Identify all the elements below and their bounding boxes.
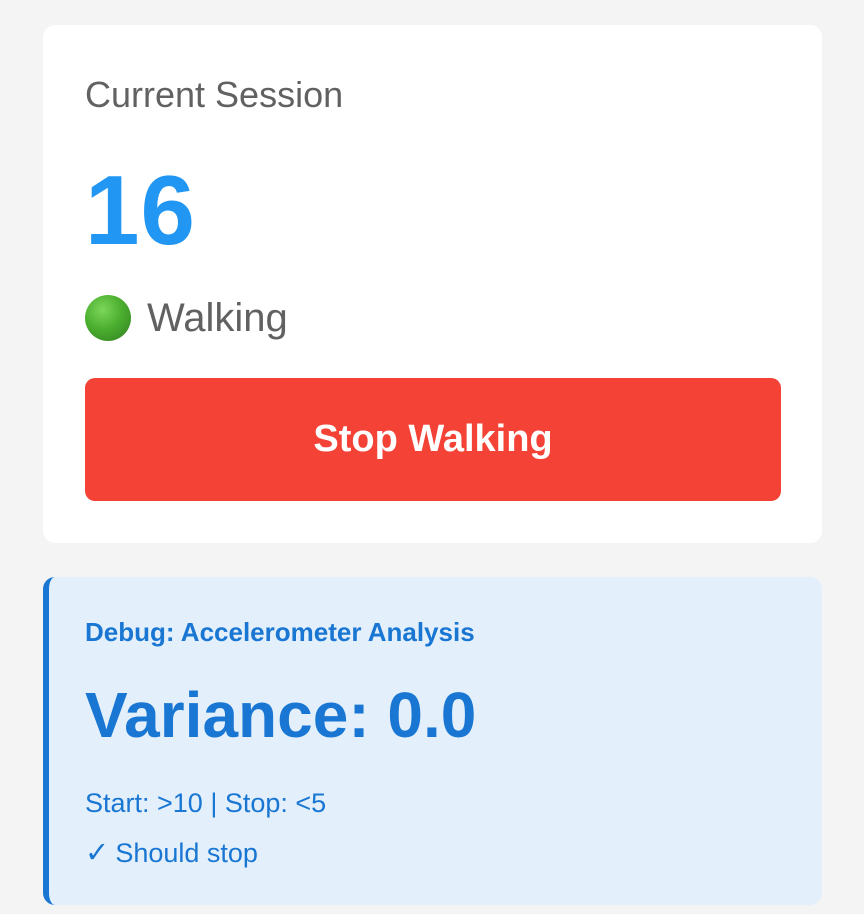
checkmark-icon: ✓ xyxy=(85,837,110,869)
status-label: Walking xyxy=(147,296,288,340)
threshold-info: Start: >10 | Stop: <5 xyxy=(85,788,327,818)
current-session-card: Current Session 16 Walking Stop Walking xyxy=(43,25,822,543)
step-count: 16 xyxy=(85,155,197,265)
debug-title: Debug: Accelerometer Analysis xyxy=(85,617,475,647)
verdict-line: ✓ Should stop xyxy=(85,837,258,869)
verdict-text: Should stop xyxy=(115,838,258,868)
green-circle-icon xyxy=(85,295,131,341)
variance-readout: Variance: 0.0 xyxy=(85,679,477,751)
stop-walking-button[interactable]: Stop Walking xyxy=(85,378,781,501)
debug-panel: Debug: Accelerometer Analysis Variance: … xyxy=(43,577,822,905)
walking-status: Walking xyxy=(85,295,288,341)
session-title: Current Session xyxy=(85,74,344,115)
